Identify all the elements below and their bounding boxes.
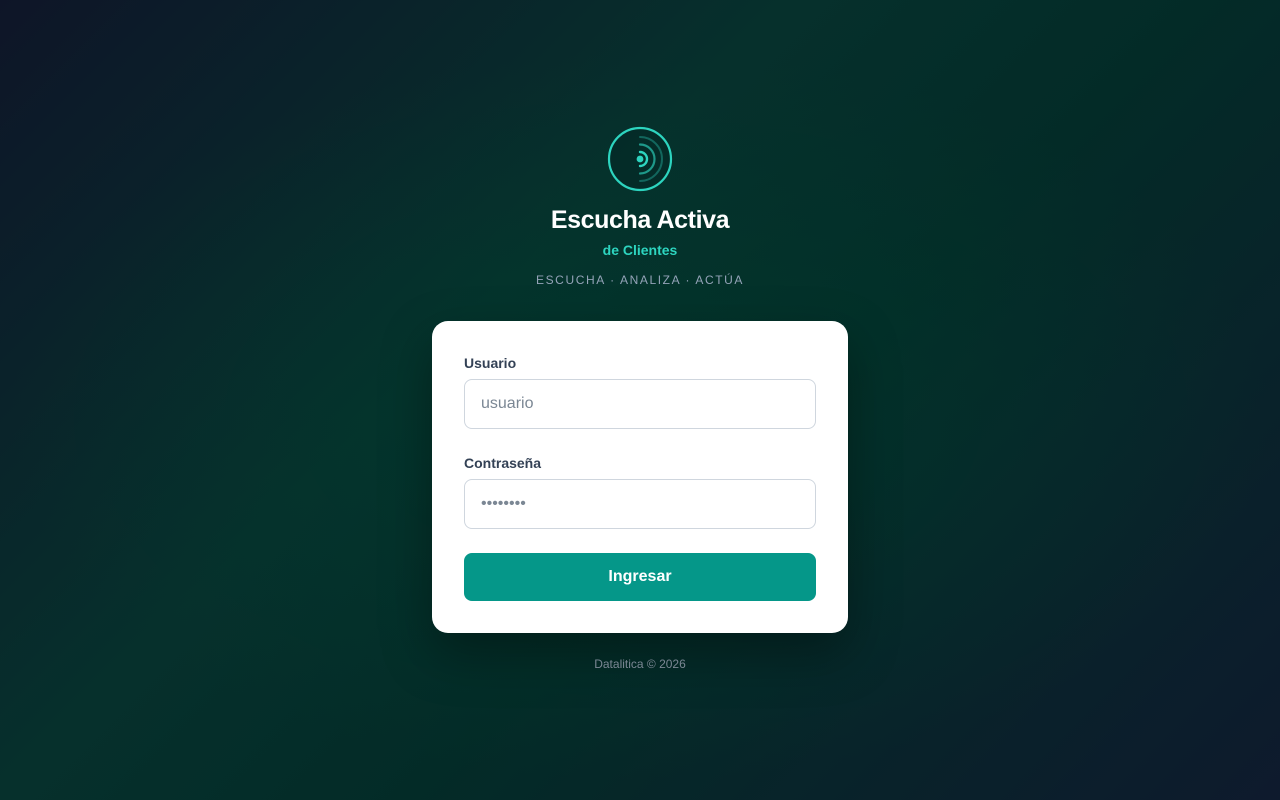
login-card: Usuario Contraseña Ingresar bbox=[432, 321, 848, 633]
app-title: Escucha Activa bbox=[550, 206, 730, 234]
username-input[interactable] bbox=[464, 379, 816, 429]
password-label: Contraseña bbox=[464, 455, 542, 471]
app-tagline: ESCUCHA · ANALIZA · ACTÚA bbox=[535, 273, 745, 287]
password-input[interactable] bbox=[464, 479, 816, 529]
brand-logo bbox=[607, 126, 673, 192]
footer-copyright: Datalitica © 2026 bbox=[594, 657, 686, 671]
app-subtitle: de Clientes bbox=[602, 242, 678, 258]
login-button[interactable]: Ingresar bbox=[464, 553, 816, 601]
username-label: Usuario bbox=[464, 355, 517, 371]
signal-waves-icon bbox=[607, 126, 673, 192]
